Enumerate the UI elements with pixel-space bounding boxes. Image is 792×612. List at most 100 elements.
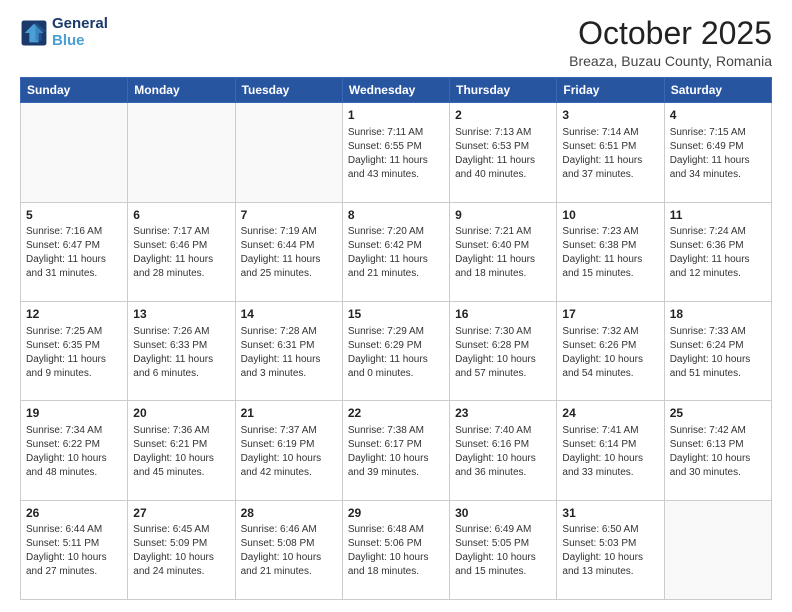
calendar-cell: 20 Sunrise: 7:36 AM Sunset: 6:21 PM Dayli… — [128, 401, 235, 500]
day-info: Sunrise: 7:42 AM Sunset: 6:13 PM Dayligh… — [670, 424, 766, 480]
day-number: 6 — [133, 207, 229, 224]
day-info: Sunrise: 7:34 AM Sunset: 6:22 PM Dayligh… — [26, 424, 122, 480]
header-saturday: Saturday — [664, 78, 771, 103]
calendar-week-row: 12 Sunrise: 7:25 AM Sunset: 6:35 PM Dayli… — [21, 301, 772, 400]
calendar-cell — [21, 103, 128, 202]
day-number: 18 — [670, 306, 766, 323]
day-info: Sunrise: 7:33 AM Sunset: 6:24 PM Dayligh… — [670, 325, 766, 381]
calendar-cell: 2 Sunrise: 7:13 AM Sunset: 6:53 PM Daylig… — [450, 103, 557, 202]
calendar-cell: 14 Sunrise: 7:28 AM Sunset: 6:31 PM Dayli… — [235, 301, 342, 400]
calendar-cell: 27Sunrise: 6:45 AM Sunset: 5:09 PM Dayli… — [128, 500, 235, 599]
calendar-cell: 21 Sunrise: 7:37 AM Sunset: 6:19 PM Dayli… — [235, 401, 342, 500]
calendar-cell — [235, 103, 342, 202]
calendar-title: October 2025 — [569, 16, 772, 51]
day-info: Sunrise: 7:28 AM Sunset: 6:31 PM Dayligh… — [241, 325, 337, 381]
day-info: Sunrise: 7:13 AM Sunset: 6:53 PM Dayligh… — [455, 126, 551, 182]
day-info: Sunrise: 7:26 AM Sunset: 6:33 PM Dayligh… — [133, 325, 229, 381]
calendar-table: Sunday Monday Tuesday Wednesday Thursday… — [20, 77, 772, 600]
day-info: Sunrise: 7:14 AM Sunset: 6:51 PM Dayligh… — [562, 126, 658, 182]
day-info: Sunrise: 7:40 AM Sunset: 6:16 PM Dayligh… — [455, 424, 551, 480]
day-info: Sunrise: 7:11 AM Sunset: 6:55 PM Dayligh… — [348, 126, 444, 182]
day-number: 17 — [562, 306, 658, 323]
day-info: Sunrise: 7:21 AM Sunset: 6:40 PM Dayligh… — [455, 225, 551, 281]
header-monday: Monday — [128, 78, 235, 103]
day-number: 26 — [26, 505, 122, 522]
day-info: Sunrise: 7:15 AM Sunset: 6:49 PM Dayligh… — [670, 126, 766, 182]
calendar-cell: 19 Sunrise: 7:34 AM Sunset: 6:22 PM Dayli… — [21, 401, 128, 500]
day-number: 31 — [562, 505, 658, 522]
day-number: 22 — [348, 405, 444, 422]
calendar-cell: 3 Sunrise: 7:14 AM Sunset: 6:51 PM Daylig… — [557, 103, 664, 202]
day-info: Sunrise: 6:45 AM Sunset: 5:09 PM Dayligh… — [133, 523, 229, 579]
day-info: Sunrise: 7:25 AM Sunset: 6:35 PM Dayligh… — [26, 325, 122, 381]
day-number: 29 — [348, 505, 444, 522]
calendar-cell: 10Sunrise: 7:23 AM Sunset: 6:38 PM Dayli… — [557, 202, 664, 301]
day-info: Sunrise: 7:36 AM Sunset: 6:21 PM Dayligh… — [133, 424, 229, 480]
calendar-cell: 9Sunrise: 7:21 AM Sunset: 6:40 PM Daylig… — [450, 202, 557, 301]
day-number: 12 — [26, 306, 122, 323]
calendar-cell: 25Sunrise: 7:42 AM Sunset: 6:13 PM Dayli… — [664, 401, 771, 500]
header-sunday: Sunday — [21, 78, 128, 103]
day-info: Sunrise: 7:24 AM Sunset: 6:36 PM Dayligh… — [670, 225, 766, 281]
day-number: 3 — [562, 107, 658, 124]
day-info: Sunrise: 6:48 AM Sunset: 5:06 PM Dayligh… — [348, 523, 444, 579]
calendar-cell: 6Sunrise: 7:17 AM Sunset: 6:46 PM Daylig… — [128, 202, 235, 301]
calendar-cell: 17 Sunrise: 7:32 AM Sunset: 6:26 PM Dayli… — [557, 301, 664, 400]
day-number: 13 — [133, 306, 229, 323]
day-number: 11 — [670, 207, 766, 224]
day-number: 1 — [348, 107, 444, 124]
day-info: Sunrise: 7:16 AM Sunset: 6:47 PM Dayligh… — [26, 225, 122, 281]
day-info: Sunrise: 7:38 AM Sunset: 6:17 PM Dayligh… — [348, 424, 444, 480]
day-info: Sunrise: 6:50 AM Sunset: 5:03 PM Dayligh… — [562, 523, 658, 579]
calendar-cell: 28Sunrise: 6:46 AM Sunset: 5:08 PM Dayli… — [235, 500, 342, 599]
calendar-cell: 31Sunrise: 6:50 AM Sunset: 5:03 PM Dayli… — [557, 500, 664, 599]
day-number: 16 — [455, 306, 551, 323]
logo-text: General Blue — [52, 16, 108, 49]
title-block: October 2025 Breaza, Buzau County, Roman… — [569, 16, 772, 69]
day-info: Sunrise: 7:17 AM Sunset: 6:46 PM Dayligh… — [133, 225, 229, 281]
header: General Blue October 2025 Breaza, Buzau … — [20, 16, 772, 69]
day-number: 2 — [455, 107, 551, 124]
calendar-week-row: 26Sunrise: 6:44 AM Sunset: 5:11 PM Dayli… — [21, 500, 772, 599]
day-info: Sunrise: 6:46 AM Sunset: 5:08 PM Dayligh… — [241, 523, 337, 579]
calendar-cell: 23Sunrise: 7:40 AM Sunset: 6:16 PM Dayli… — [450, 401, 557, 500]
day-info: Sunrise: 6:44 AM Sunset: 5:11 PM Dayligh… — [26, 523, 122, 579]
day-number: 14 — [241, 306, 337, 323]
day-info: Sunrise: 7:37 AM Sunset: 6:19 PM Dayligh… — [241, 424, 337, 480]
calendar-subtitle: Breaza, Buzau County, Romania — [569, 53, 772, 69]
day-number: 4 — [670, 107, 766, 124]
day-number: 28 — [241, 505, 337, 522]
day-info: Sunrise: 7:19 AM Sunset: 6:44 PM Dayligh… — [241, 225, 337, 281]
header-friday: Friday — [557, 78, 664, 103]
day-number: 9 — [455, 207, 551, 224]
day-info: Sunrise: 7:29 AM Sunset: 6:29 PM Dayligh… — [348, 325, 444, 381]
calendar-week-row: 5Sunrise: 7:16 AM Sunset: 6:47 PM Daylig… — [21, 202, 772, 301]
logo-icon — [20, 19, 48, 47]
day-number: 5 — [26, 207, 122, 224]
calendar-cell — [664, 500, 771, 599]
page: General Blue October 2025 Breaza, Buzau … — [0, 0, 792, 612]
day-info: Sunrise: 7:32 AM Sunset: 6:26 PM Dayligh… — [562, 325, 658, 381]
day-number: 19 — [26, 405, 122, 422]
calendar-cell: 8Sunrise: 7:20 AM Sunset: 6:42 PM Daylig… — [342, 202, 449, 301]
calendar-week-row: 1 Sunrise: 7:11 AM Sunset: 6:55 PM Daylig… — [21, 103, 772, 202]
day-number: 8 — [348, 207, 444, 224]
calendar-cell: 24Sunrise: 7:41 AM Sunset: 6:14 PM Dayli… — [557, 401, 664, 500]
calendar-cell: 7Sunrise: 7:19 AM Sunset: 6:44 PM Daylig… — [235, 202, 342, 301]
calendar-header-row: Sunday Monday Tuesday Wednesday Thursday… — [21, 78, 772, 103]
calendar-cell: 1 Sunrise: 7:11 AM Sunset: 6:55 PM Daylig… — [342, 103, 449, 202]
calendar-cell: 5Sunrise: 7:16 AM Sunset: 6:47 PM Daylig… — [21, 202, 128, 301]
calendar-week-row: 19 Sunrise: 7:34 AM Sunset: 6:22 PM Dayli… — [21, 401, 772, 500]
calendar-cell: 12 Sunrise: 7:25 AM Sunset: 6:35 PM Dayli… — [21, 301, 128, 400]
day-number: 20 — [133, 405, 229, 422]
header-thursday: Thursday — [450, 78, 557, 103]
day-number: 27 — [133, 505, 229, 522]
calendar-cell: 30Sunrise: 6:49 AM Sunset: 5:05 PM Dayli… — [450, 500, 557, 599]
day-info: Sunrise: 6:49 AM Sunset: 5:05 PM Dayligh… — [455, 523, 551, 579]
calendar-cell: 11Sunrise: 7:24 AM Sunset: 6:36 PM Dayli… — [664, 202, 771, 301]
header-wednesday: Wednesday — [342, 78, 449, 103]
logo-line2: Blue — [52, 32, 85, 49]
day-number: 21 — [241, 405, 337, 422]
day-number: 24 — [562, 405, 658, 422]
day-number: 7 — [241, 207, 337, 224]
